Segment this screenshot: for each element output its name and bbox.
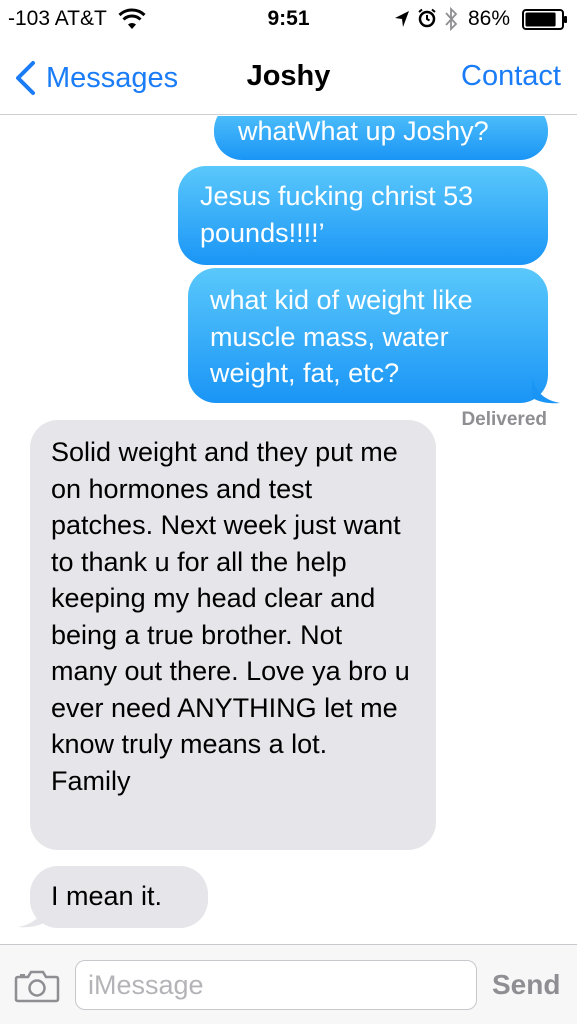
alarm-clock-icon bbox=[418, 8, 436, 28]
delivery-status: Delivered bbox=[461, 409, 547, 430]
message-bubble-sent[interactable]: whatWhat up Joshy? bbox=[214, 116, 548, 160]
bubble-tail bbox=[18, 902, 46, 928]
battery-icon bbox=[522, 9, 567, 30]
bluetooth-icon bbox=[445, 6, 458, 32]
message-bubble-received[interactable]: I mean it. bbox=[30, 866, 208, 928]
message-bubble-sent[interactable]: Jesus fucking christ 53 pounds!!!!’ bbox=[178, 166, 548, 265]
location-arrow-icon bbox=[395, 11, 409, 27]
message-thread[interactable]: whatWhat up Joshy? Jesus fucking christ … bbox=[0, 116, 577, 944]
send-button[interactable]: Send bbox=[492, 969, 560, 1001]
message-input-bar: Send bbox=[0, 944, 577, 1024]
message-bubble-received[interactable]: Solid weight and they put me on hormones… bbox=[30, 420, 436, 850]
bubble-tail bbox=[532, 378, 560, 404]
message-bubble-sent[interactable]: what kid of weight like muscle mass, wat… bbox=[188, 268, 548, 403]
navigation-bar: Messages Joshy Contact bbox=[0, 40, 577, 115]
contact-button[interactable]: Contact bbox=[461, 60, 561, 93]
camera-icon[interactable] bbox=[14, 969, 60, 1003]
status-bar: -103 AT&T 9:51 86% bbox=[0, 0, 577, 40]
battery-percentage: 86% bbox=[468, 7, 511, 30]
imessage-input[interactable] bbox=[75, 960, 477, 1010]
